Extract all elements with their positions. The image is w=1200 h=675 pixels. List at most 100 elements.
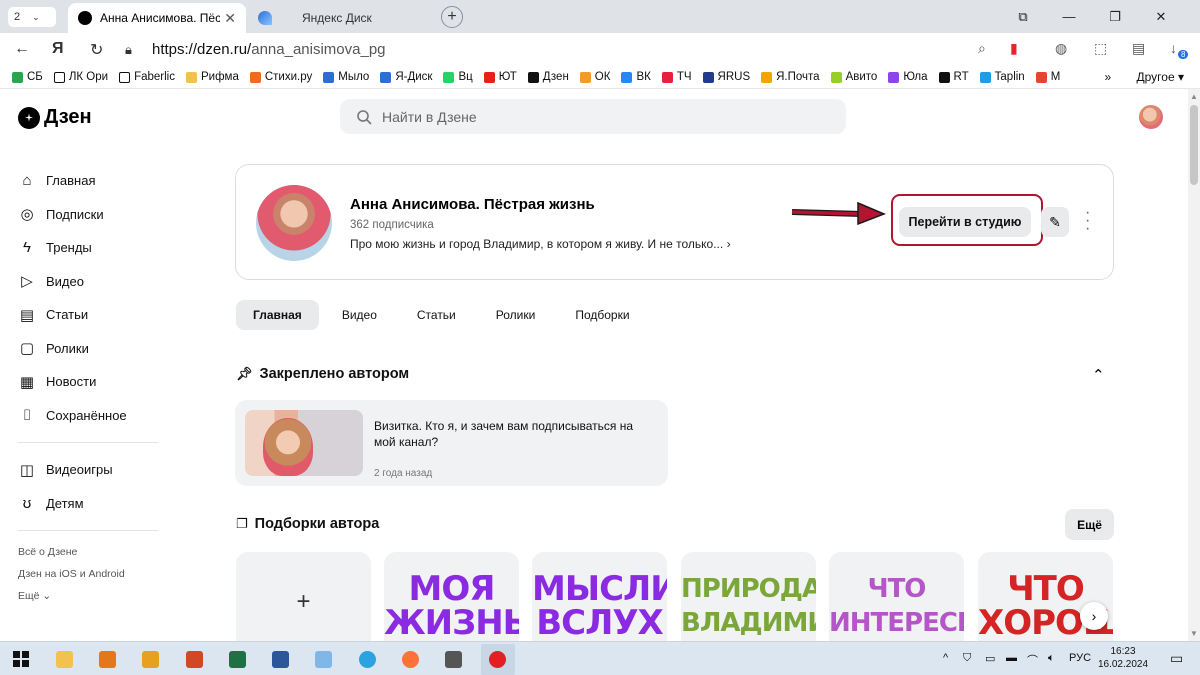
bookmark-item[interactable]: Дзен — [527, 71, 569, 83]
user-avatar[interactable] — [1139, 105, 1163, 129]
tab-shorts[interactable]: Ролики — [479, 300, 553, 330]
tab-counter[interactable]: 2 ⌄ — [8, 7, 56, 27]
chevron-right-icon[interactable]: › — [1080, 602, 1108, 630]
back-arrow-icon[interactable]: ← — [14, 40, 30, 58]
yandex-icon[interactable]: Я — [52, 40, 64, 58]
sidebar-item-bookmark[interactable]: ⌷ Сохранённое — [18, 399, 158, 433]
sidebar-item-lightning[interactable]: ϟ Тренды — [18, 231, 158, 265]
search-page-icon[interactable]: ⌕ — [978, 40, 986, 57]
tab-articles[interactable]: Статьи — [400, 300, 473, 330]
dzen-logo[interactable]: Дзен — [18, 106, 92, 129]
search-input[interactable] — [382, 108, 782, 125]
shield-icon[interactable]: ⛉ — [963, 652, 971, 665]
scrollbar-thumb[interactable] — [1190, 105, 1198, 185]
telegram-icon[interactable] — [359, 651, 376, 668]
firefox-icon[interactable] — [402, 651, 419, 668]
collection-card[interactable]: ПРИРОДА ВЛАДИМИРА — [681, 552, 816, 641]
bookmark-item[interactable]: Faberlic — [119, 71, 175, 83]
restore-icon[interactable]: ❐ — [1092, 9, 1138, 25]
sidebar-item-home[interactable]: ⌂ Главная — [18, 164, 158, 198]
footer-link-more[interactable]: Ещё ⌄ — [18, 585, 158, 607]
tray-chevron-icon[interactable]: ^ — [943, 652, 948, 664]
bookmark-item[interactable]: Я-Диск — [380, 71, 432, 83]
tab-main[interactable]: Главная — [236, 300, 319, 330]
collections-more-button[interactable]: Ещё — [1065, 509, 1114, 540]
calculator-icon[interactable] — [445, 651, 462, 668]
battery-icon[interactable]: ▬ — [1006, 652, 1017, 664]
bookmarks-other-label[interactable]: Другое ▾ — [1137, 70, 1184, 84]
bookmark-item[interactable]: Стихи.ру — [249, 71, 312, 83]
volume-icon[interactable]: 🔈︎ — [1048, 652, 1055, 665]
powerpoint-icon[interactable] — [186, 651, 203, 668]
bookmark-item[interactable]: Мыло — [323, 71, 369, 83]
bookmark-item[interactable]: Taplin — [979, 71, 1025, 83]
bookmarks-other[interactable]: » Другое ▾ — [1104, 70, 1184, 84]
bookmark-item[interactable]: ЯRUS — [702, 71, 750, 83]
system-clock[interactable]: 16:23 16.02.2024 — [1093, 645, 1153, 671]
collection-card[interactable]: ЧТО ИНТЕРЕСНОГО — [829, 552, 964, 641]
bookmark-item[interactable]: ЮТ — [483, 71, 517, 83]
page-scrollbar[interactable]: ▲ ▼ — [1188, 89, 1200, 641]
bookmarks-more[interactable]: » — [1104, 70, 1111, 84]
close-window-icon[interactable]: ✕ — [1138, 9, 1184, 25]
app-icon[interactable] — [142, 651, 159, 668]
sidebar-item-news[interactable]: ▦ Новости — [18, 365, 158, 399]
collections-icon[interactable]: ⧉ — [1000, 9, 1046, 25]
word-icon[interactable] — [272, 651, 289, 668]
footer-link-about[interactable]: Всё о Дзене — [18, 541, 158, 563]
sidebar-item-subscriptions[interactable]: ◎ Подписки — [18, 198, 158, 232]
bookmark-item[interactable]: Вц — [443, 71, 473, 83]
bookmark-item[interactable]: Рифма — [185, 71, 239, 83]
browser-tab-dzen[interactable]: Анна Анисимова. Пёстр ✕ — [68, 3, 246, 33]
bookmark-item[interactable]: СБ — [12, 71, 43, 83]
close-icon[interactable]: ✕ — [224, 10, 236, 27]
chevron-up-icon[interactable]: ⌃ — [1092, 366, 1105, 384]
monitor-icon[interactable]: ▭ — [985, 652, 995, 665]
browser-tab-disk[interactable]: Яндекс Диск — [248, 3, 428, 33]
extensions-icon[interactable]: ⬚ — [1094, 40, 1107, 57]
bookmark-item[interactable]: RT — [938, 71, 969, 83]
new-tab-button[interactable]: + — [441, 6, 463, 28]
notifications-icon[interactable]: ▭ — [1170, 650, 1183, 667]
channel-description[interactable]: Про мою жизнь и город Владимир, в которо… — [350, 237, 731, 251]
reload-icon[interactable]: ↻ — [90, 40, 103, 60]
add-collection-card[interactable]: + — [236, 552, 371, 641]
file-explorer-icon[interactable] — [56, 651, 73, 668]
sidebar-item-book[interactable]: ▤ Статьи — [18, 298, 158, 332]
collection-card[interactable]: МОЯ ЖИЗНЬ — [384, 552, 519, 641]
minimize-icon[interactable]: — — [1046, 9, 1092, 24]
bookmark-item[interactable]: Авито — [830, 71, 877, 83]
tab-video[interactable]: Видео — [325, 300, 394, 330]
bookmark-item[interactable]: Я.Почта — [761, 71, 820, 83]
more-options-icon[interactable]: · · · — [1085, 205, 1090, 237]
windows-start-icon[interactable] — [13, 651, 29, 667]
sidebar-item-shorts[interactable]: ▢ Ролики — [18, 332, 158, 366]
lock-icon[interactable]: 🔒︎ — [125, 42, 132, 58]
notes-icon[interactable] — [315, 651, 332, 668]
globe-icon[interactable]: ◍ — [1055, 40, 1067, 57]
pdf-icon[interactable]: ▤ — [1132, 40, 1145, 57]
input-language[interactable]: РУС — [1069, 652, 1091, 664]
bookmark-item[interactable]: ЛК Ори — [53, 71, 108, 83]
edit-button[interactable]: ✎ — [1041, 207, 1069, 237]
go-to-studio-button[interactable]: Перейти в студию — [899, 207, 1031, 237]
excel-icon[interactable] — [229, 651, 246, 668]
sidebar-item-bear[interactable]: ʊ Детям — [18, 487, 158, 521]
search-bar[interactable] — [340, 99, 846, 134]
bookmark-item[interactable]: ОК — [579, 71, 610, 83]
scroll-up-icon[interactable]: ▲ — [1190, 92, 1198, 101]
sidebar-item-video[interactable]: ▷ Видео — [18, 265, 158, 299]
footer-link-apps[interactable]: Дзен на iOS и Android — [18, 563, 158, 585]
url-field[interactable]: https://dzen.ru/anna_anisimova_pg — [152, 41, 386, 58]
downloads-icon[interactable]: ↓ — [1170, 40, 1177, 56]
scroll-down-icon[interactable]: ▼ — [1190, 629, 1198, 638]
network-icon[interactable]: ⌒ — [1027, 652, 1038, 668]
sidebar-item-gamepad[interactable]: ◫ Видеоигры — [18, 453, 158, 487]
bookmark-item[interactable]: M — [1035, 71, 1060, 83]
collection-card[interactable]: МЫСЛИ ВСЛУХ — [532, 552, 667, 641]
bookmark-item[interactable]: ТЧ — [661, 71, 692, 83]
pinned-article-card[interactable]: Визитка. Кто я, и зачем вам подписыватьс… — [235, 400, 668, 486]
bookmark-item[interactable]: ВК — [621, 71, 651, 83]
bookmark-page-icon[interactable]: ▮ — [1010, 40, 1018, 57]
media-player-icon[interactable] — [99, 651, 116, 668]
